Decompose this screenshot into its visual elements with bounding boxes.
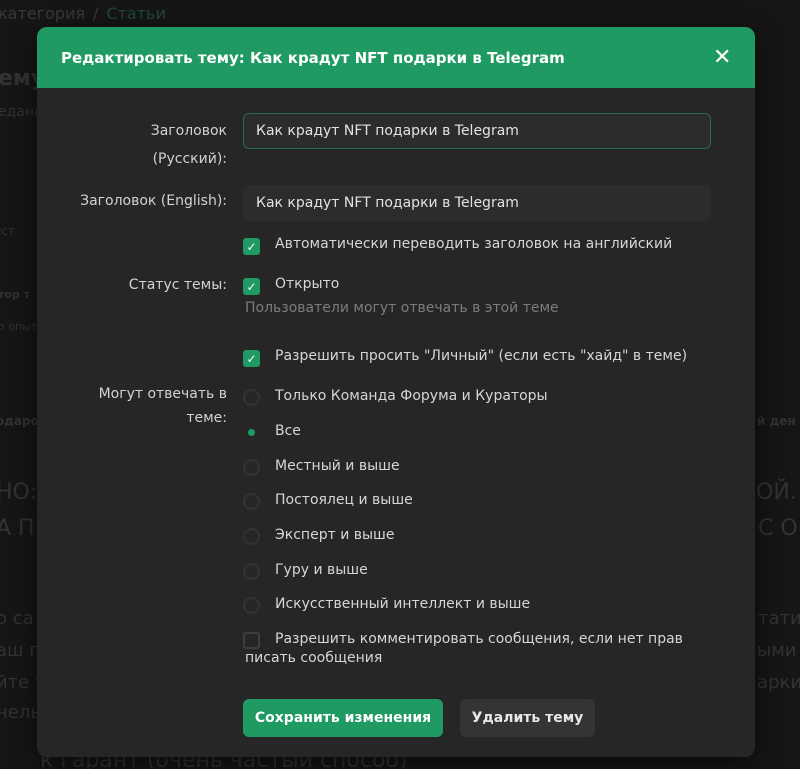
reply-label: Могут отвечать в теме:: [98, 386, 227, 426]
delete-thread-button[interactable]: Удалить тему: [460, 699, 595, 737]
status-open-checkbox[interactable]: ✓: [243, 278, 260, 295]
allow-private-label: Разрешить просить "Личный" (если есть "х…: [275, 348, 688, 364]
reply-option-radio[interactable]: [243, 493, 260, 510]
title-en-input[interactable]: [243, 185, 711, 221]
bg-text: тор т: [0, 288, 31, 301]
breadcrumb-item-current: Статьи: [106, 4, 166, 23]
bg-text: аш п: [0, 640, 41, 661]
status-label: Статус темы:: [128, 277, 227, 293]
reply-option-label: Все: [275, 423, 301, 439]
bg-text: й ден: [757, 414, 796, 428]
bg-text: о са: [0, 608, 34, 629]
bg-text: о опыт: [0, 320, 38, 333]
auto-translate-label: Автоматически переводить заголовок на ан…: [275, 236, 673, 252]
reply-option-label: Искусственный интеллект и выше: [275, 596, 531, 612]
reply-option-radio[interactable]: [243, 597, 260, 614]
modal-title: Редактировать тему: Как крадут NFT подар…: [61, 48, 565, 67]
status-hint: Пользователи могут отвечать в этой теме: [245, 300, 559, 316]
status-open-label: Открыто: [275, 276, 340, 292]
bg-text: арки: [757, 672, 800, 693]
reply-option-radio[interactable]: [243, 563, 260, 580]
bg-text: А П: [0, 516, 35, 541]
auto-translate-checkbox[interactable]: ✓: [243, 238, 260, 255]
reply-option-radio[interactable]: [243, 459, 260, 476]
allow-comments-label-line1: Разрешить комментировать сообщения, если…: [275, 631, 683, 647]
reply-option-radio-selected[interactable]: [243, 424, 260, 441]
bg-text: нель: [0, 702, 41, 723]
breadcrumb-item: категория: [0, 4, 86, 23]
reply-option-label: Постоялец и выше: [275, 492, 413, 508]
reply-option-label: Эксперт и выше: [275, 527, 395, 543]
bg-text: НО:: [0, 480, 38, 505]
allow-comments-label-line2: писать сообщения: [245, 650, 383, 666]
reply-option-radio[interactable]: [243, 389, 260, 406]
bg-text: тати: [758, 608, 800, 629]
save-button[interactable]: Сохранить изменения: [243, 699, 443, 737]
allow-private-checkbox[interactable]: ✓: [243, 350, 260, 367]
edit-thread-modal: Редактировать тему: Как крадут NFT подар…: [37, 27, 755, 757]
bg-text: ест: [0, 224, 15, 238]
reply-option-label: Гуру и выше: [275, 562, 368, 578]
bg-text: ыми а: [757, 640, 800, 661]
allow-comments-checkbox[interactable]: [243, 632, 260, 649]
bg-text: одаро: [0, 414, 39, 428]
reply-option-label: Местный и выше: [275, 458, 400, 474]
title-en-label: Заголовок (English):: [80, 193, 227, 209]
bg-text: С О: [758, 516, 798, 541]
reply-option-label: Только Команда Форума и Кураторы: [275, 388, 548, 404]
bg-text: ОЙ. I: [756, 480, 800, 505]
modal-header: Редактировать тему: Как крадут NFT подар…: [37, 27, 755, 88]
title-ru-label: Заголовок (Русский):: [150, 123, 227, 167]
title-ru-input[interactable]: [243, 113, 711, 149]
breadcrumb: категория / Статьи: [0, 4, 166, 23]
close-icon[interactable]: ✕: [713, 46, 731, 69]
reply-option-radio[interactable]: [243, 528, 260, 545]
